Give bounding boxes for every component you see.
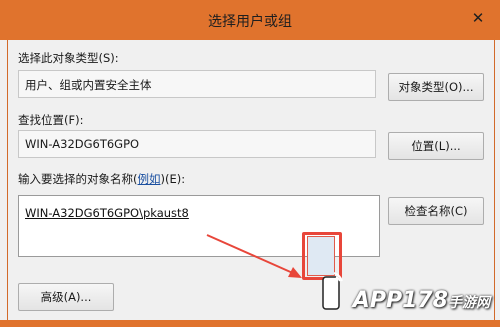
object-name-entry: WIN-A32DG6T6GPO\pkaust8	[25, 206, 189, 220]
phone-logo-icon	[322, 272, 343, 310]
object-types-button[interactable]: 对象类型(O)...	[388, 73, 484, 101]
window-frame-bottom	[0, 320, 500, 327]
advanced-button[interactable]: 高级(A)...	[18, 283, 114, 311]
watermark-text: APP178手游网	[352, 288, 490, 313]
object-type-label: 选择此对象类型(S):	[18, 51, 119, 65]
title-bar: 选择用户或组 ✕	[0, 0, 500, 40]
check-names-button[interactable]: 检查名称(C)	[388, 197, 484, 225]
location-label: 查找位置(F):	[18, 113, 84, 127]
watermark: APP178手游网	[320, 262, 490, 317]
examples-link[interactable]: 例如	[138, 172, 161, 186]
close-icon[interactable]: ✕	[468, 8, 488, 28]
object-names-label: 输入要选择的对象名称(例如)(E):	[18, 172, 186, 186]
object-type-field: 用户、组或内置安全主体	[18, 70, 376, 98]
location-field: WIN-A32DG6T6GPO	[18, 130, 376, 158]
locations-button[interactable]: 位置(L)...	[388, 132, 484, 160]
window-title: 选择用户或组	[208, 14, 292, 30]
